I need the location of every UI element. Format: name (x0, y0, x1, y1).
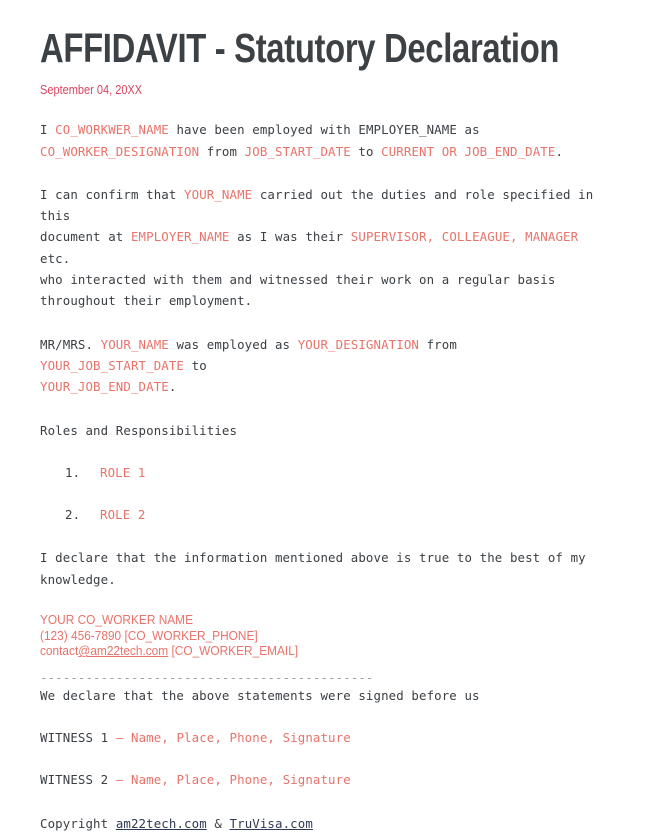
placeholder-co-worker-name: CO_WORKWER_NAME (55, 122, 169, 138)
page-title: AFFIDAVIT - Statutory Declaration (40, 25, 560, 71)
placeholder-role-1: ROLE 1 (100, 464, 146, 480)
declaration-statement: I declare that the information mentioned… (40, 550, 586, 587)
placeholder-job-end-date: CURRENT OR JOB_END_DATE (381, 143, 556, 159)
truvisa-link[interactable]: TruVisa.com (230, 816, 313, 831)
text-fragment: . (168, 379, 177, 395)
footer-separator: & (206, 815, 230, 831)
text-fragment: was employed as (168, 336, 298, 352)
copyright-prefix: Copyright (40, 815, 116, 831)
placeholder-your-name: YOUR_NAME (100, 336, 169, 352)
text-fragment: have been employed with EMPLOYER_NAME as (176, 122, 480, 138)
copyright-footer: Copyright am22tech.com & TruVisa.com (40, 813, 605, 834)
list-item: 1. ROLE 1 (40, 462, 618, 483)
contact-name: YOUR CO_WORKER NAME (40, 612, 193, 628)
text-fragment: as I was their (229, 229, 351, 245)
paragraph-confirmation: I can confirm that YOUR_NAME carried out… (40, 184, 605, 312)
text-fragment: from (419, 336, 465, 352)
contact-email: contact@am22tech.com [CO_WORKER_EMAIL] (40, 643, 560, 659)
placeholder-job-start-date: JOB_START_DATE (244, 143, 351, 159)
contact-block: YOUR CO_WORKER NAME (123) 456-7890 [CO_W… (40, 612, 560, 659)
placeholder-your-job-start-date: YOUR_JOB_START_DATE (40, 357, 185, 373)
list-marker: 2. (65, 507, 81, 523)
witness-dash: – (115, 730, 131, 746)
contact-phone: (123) 456-7890 [CO_WORKER_PHONE] (40, 627, 258, 643)
placeholder-co-worker-designation: CO_WORKER_DESIGNATION (40, 143, 200, 159)
email-domain-link[interactable]: @am22tech.com (78, 643, 168, 658)
witness-row: WITNESS 2 – Name, Place, Phone, Signatur… (40, 769, 605, 790)
text-fragment: to (191, 357, 207, 373)
list-item: 2. ROLE 2 (40, 504, 618, 525)
text-fragment: I (40, 122, 56, 138)
witness-intro: We declare that the above statements wer… (40, 687, 480, 703)
witness-dash: – (115, 772, 131, 788)
placeholder-your-job-end-date: YOUR_JOB_END_DATE (40, 379, 169, 395)
document-date: September 04, 20XX (40, 83, 143, 98)
placeholder-relationship: SUPERVISOR, COLLEAGUE, MANAGER (350, 229, 579, 245)
witness-row: WITNESS 1 – Name, Place, Phone, Signatur… (40, 727, 605, 748)
paragraph-employment-dates: MR/MRS. YOUR_NAME was employed as YOUR_D… (40, 334, 605, 398)
witness-fields: Name, Place, Phone, Signature (130, 730, 351, 746)
text-fragment: to (350, 143, 382, 159)
paragraph-employment-history: I CO_WORKWER_NAME have been employed wit… (40, 119, 605, 162)
text-fragment: MR/MRS. (40, 336, 101, 352)
witness-fields: Name, Place, Phone, Signature (130, 772, 351, 788)
am22tech-link[interactable]: am22tech.com (116, 816, 207, 831)
list-marker: 1. (65, 464, 81, 480)
roles-list: 1. ROLE 1 2. ROLE 2 (40, 462, 618, 526)
text-fragment: I can confirm that (40, 186, 185, 202)
text-fragment: from (199, 143, 245, 159)
placeholder-role-2: ROLE 2 (100, 507, 146, 523)
placeholder-your-designation: YOUR_DESIGNATION (297, 336, 419, 352)
email-prefix: contact (40, 643, 79, 659)
section-divider: ----------------------------------------… (40, 670, 374, 685)
placeholder-your-name: YOUR_NAME (184, 186, 253, 202)
witness-label: WITNESS 1 (40, 730, 116, 746)
text-fragment: . (555, 143, 564, 159)
email-suffix: [CO_WORKER_EMAIL] (168, 643, 299, 659)
document-page: AFFIDAVIT - Statutory Declaration Septem… (0, 0, 658, 834)
placeholder-employer-name: EMPLOYER_NAME (130, 229, 230, 245)
roles-heading: Roles and Responsibilities (40, 422, 238, 438)
witness-label: WITNESS 2 (40, 772, 116, 788)
